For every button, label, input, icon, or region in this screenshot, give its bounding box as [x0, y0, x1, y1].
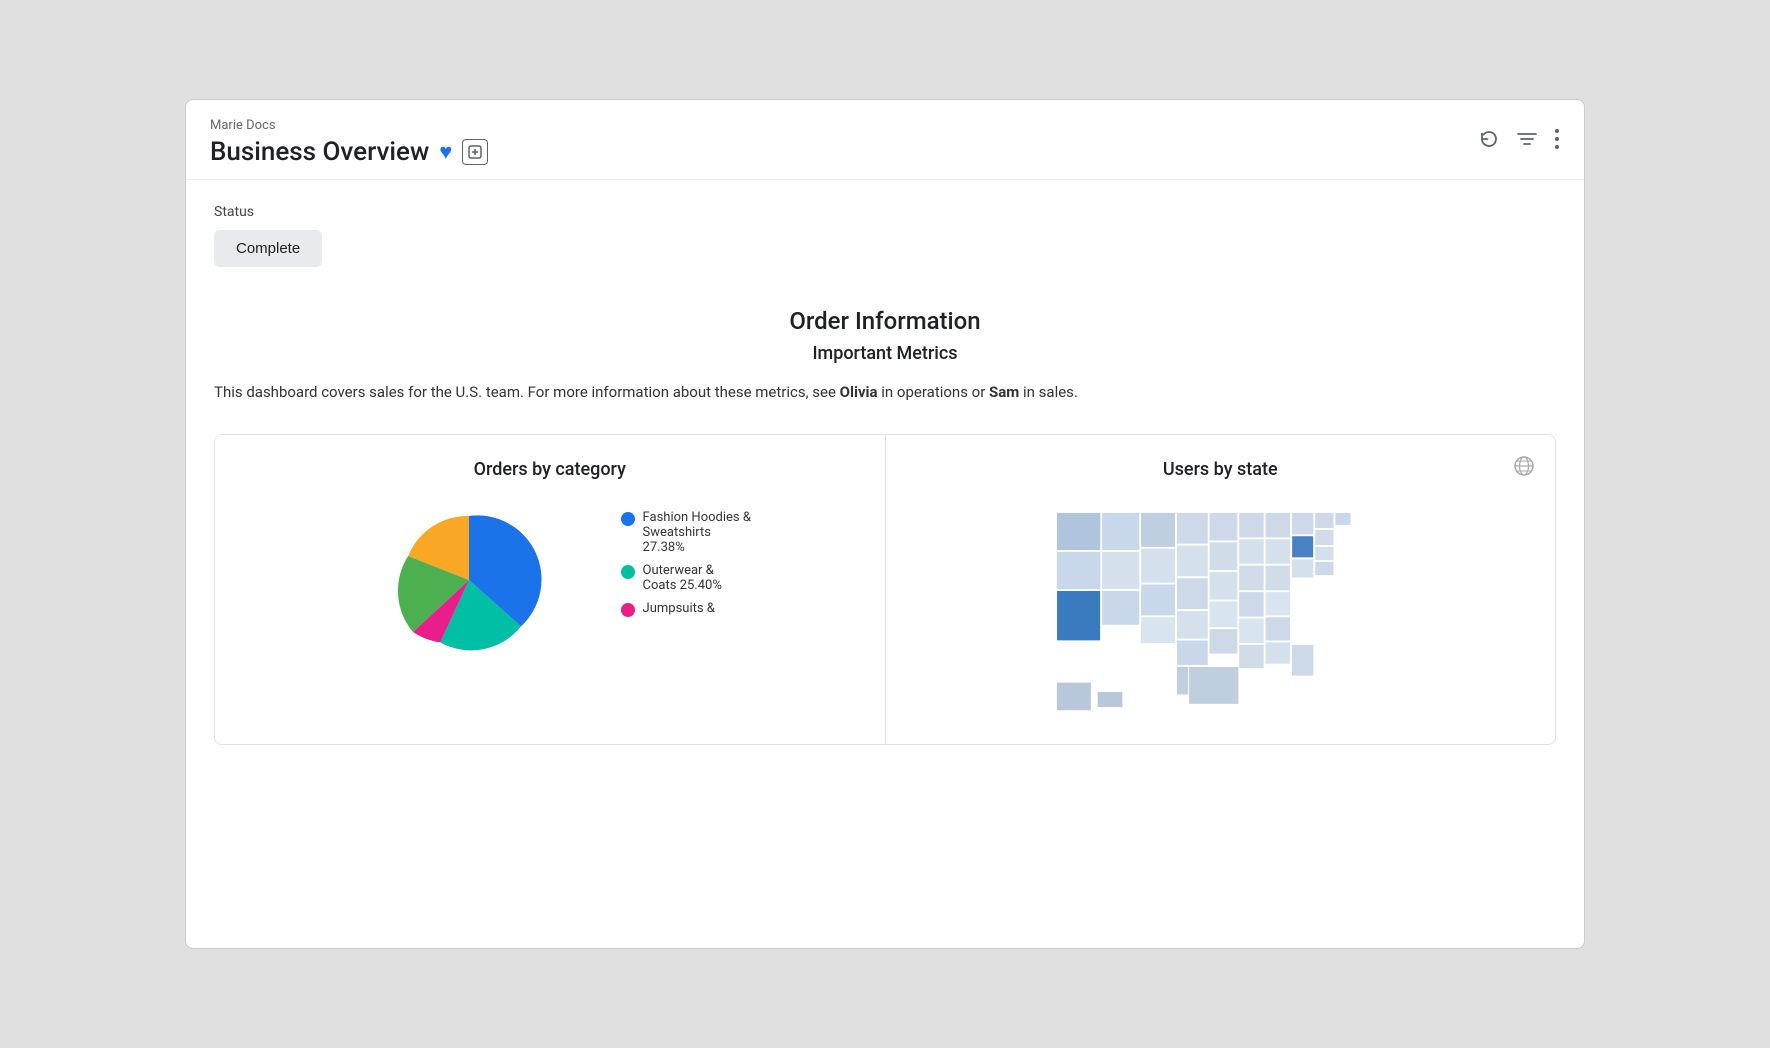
users-chart-title: Users by state — [910, 459, 1532, 480]
legend-item-2: Jumpsuits & — [621, 601, 751, 617]
globe-icon[interactable] — [1513, 455, 1535, 482]
users-by-state-panel: Users by state — [886, 435, 1556, 744]
us-map-area — [910, 500, 1532, 720]
legend-dot-2 — [621, 603, 635, 617]
contact2-name: Sam — [989, 383, 1019, 401]
legend-label-0: Fashion Hoodies &Sweatshirts27.38% — [643, 510, 751, 555]
title-row: Business Overview ♥ — [210, 137, 488, 167]
page-title: Business Overview — [210, 137, 429, 167]
legend-item-0: Fashion Hoodies &Sweatshirts27.38% — [621, 510, 751, 555]
order-info-title: Order Information — [214, 307, 1556, 335]
contact1-name: Olivia — [840, 383, 878, 401]
heart-icon[interactable]: ♥ — [439, 139, 452, 165]
header-right — [1478, 128, 1560, 150]
filter-icon[interactable] — [1516, 130, 1538, 148]
legend-dot-1 — [621, 565, 635, 579]
pie-chart-svg — [349, 500, 589, 660]
description-prefix: This dashboard covers sales for the U.S.… — [214, 383, 836, 401]
add-icon[interactable] — [462, 139, 488, 165]
more-options-icon[interactable] — [1554, 128, 1560, 150]
description-mid: in operations or — [881, 383, 989, 401]
complete-button[interactable]: Complete — [214, 230, 322, 267]
content: Status Complete Order Information Import… — [186, 180, 1584, 948]
header: Marie Docs Business Overview ♥ — [186, 100, 1584, 180]
description-text: This dashboard covers sales for the U.S.… — [214, 380, 1114, 404]
legend-label-1: Outerwear &Coats 25.40% — [643, 563, 722, 593]
orders-by-category-panel: Orders by category — [215, 435, 886, 744]
us-map-svg — [940, 500, 1500, 720]
legend-item-1: Outerwear &Coats 25.40% — [621, 563, 751, 593]
metrics-subtitle: Important Metrics — [214, 343, 1556, 364]
pie-chart-area: Fashion Hoodies &Sweatshirts27.38% Outer… — [239, 500, 861, 660]
orders-chart-title: Orders by category — [239, 459, 861, 480]
legend-label-2: Jumpsuits & — [643, 601, 715, 616]
main-window: Marie Docs Business Overview ♥ — [185, 99, 1585, 949]
status-label: Status — [214, 204, 1556, 220]
charts-row: Orders by category — [214, 434, 1556, 745]
legend-dot-0 — [621, 512, 635, 526]
order-info-section: Order Information Important Metrics This… — [214, 307, 1556, 404]
refresh-icon[interactable] — [1478, 128, 1500, 150]
breadcrumb: Marie Docs — [210, 118, 488, 133]
pie-legend: Fashion Hoodies &Sweatshirts27.38% Outer… — [621, 500, 751, 617]
header-left: Marie Docs Business Overview ♥ — [210, 118, 488, 167]
description-suffix: in sales. — [1019, 383, 1078, 401]
